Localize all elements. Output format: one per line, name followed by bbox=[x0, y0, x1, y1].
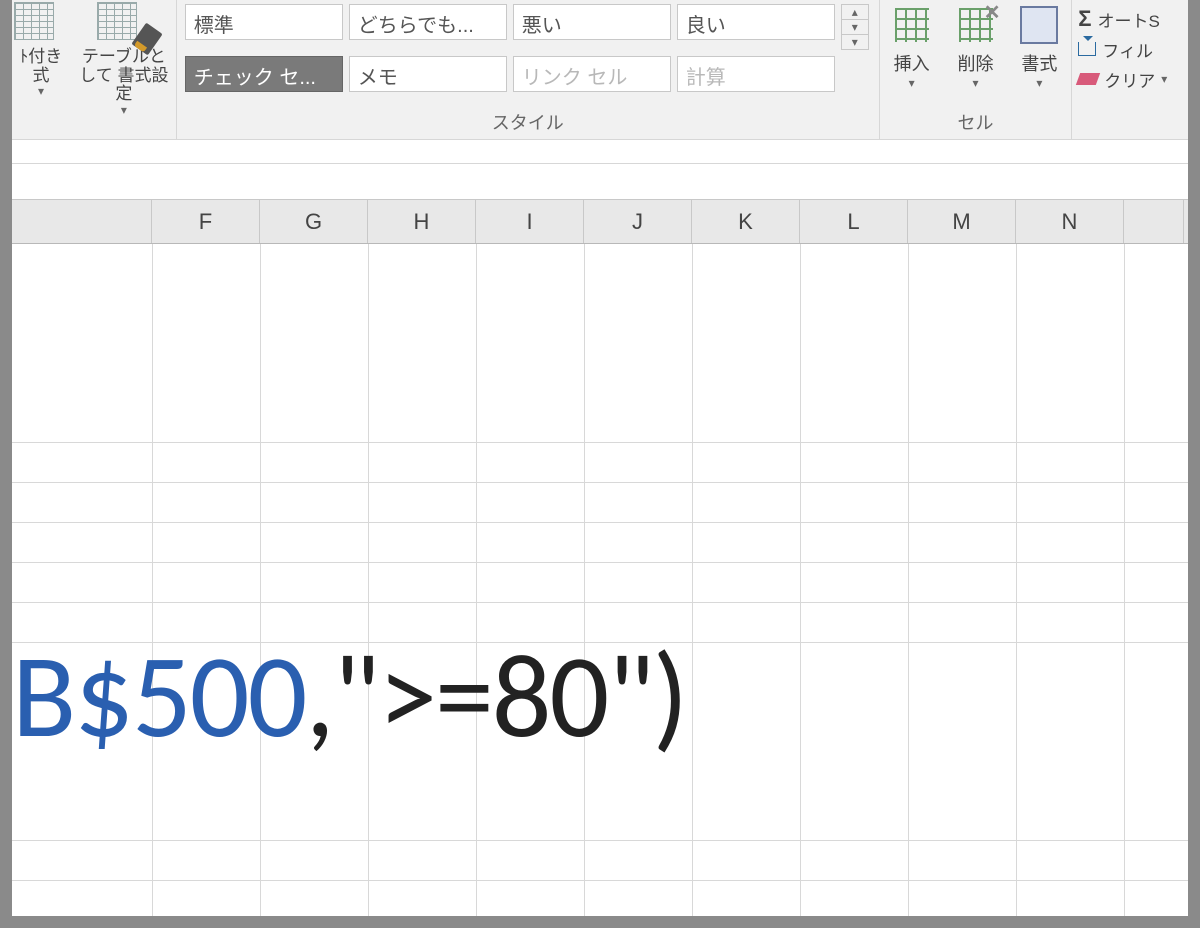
chevron-down-icon: ▾ bbox=[891, 76, 933, 90]
ribbon-group-styles: 標準 どちらでも... 悪い 良い ▴ ▾ ▾ チェック セ... メモ リンク… bbox=[176, 0, 880, 139]
fill-down-icon bbox=[1078, 42, 1096, 56]
delete-label: 削除 bbox=[955, 50, 997, 76]
ribbon-group-format: ﾄ付き 式 ▾ テーブルとして 書式設定 ▾ bbox=[12, 0, 176, 139]
cell-style-bad[interactable]: 悪い bbox=[513, 4, 671, 40]
cell-style-memo[interactable]: メモ bbox=[349, 56, 507, 92]
format-cells-icon bbox=[1018, 4, 1060, 46]
gridlines bbox=[12, 244, 1188, 916]
cells-group-label: セル bbox=[880, 109, 1072, 135]
grid-icon bbox=[97, 2, 137, 40]
column-header[interactable]: I bbox=[476, 200, 584, 243]
format-button[interactable]: 書式 ▾ bbox=[1018, 4, 1060, 90]
autosum-label: オートS bbox=[1097, 7, 1159, 32]
cell-style-check[interactable]: チェック セ... bbox=[185, 56, 343, 92]
delete-cells-icon bbox=[955, 4, 997, 46]
cell-style-neutral[interactable]: どちらでも... bbox=[349, 4, 507, 40]
conditional-formatting-button[interactable]: ﾄ付き 式 ▾ bbox=[14, 0, 68, 117]
column-headers: F G H I J K L M N bbox=[12, 200, 1188, 244]
ribbon-group-cells: 挿入 ▾ 削除 ▾ 書式 ▾ セル bbox=[880, 0, 1073, 139]
column-header[interactable]: J bbox=[584, 200, 692, 243]
ribbon: ﾄ付き 式 ▾ テーブルとして 書式設定 ▾ 標準 どちらでも... 悪い 良い… bbox=[12, 0, 1188, 140]
column-header[interactable]: L bbox=[800, 200, 908, 243]
chevron-down-icon: ▾ bbox=[955, 76, 997, 90]
clear-label: クリア bbox=[1104, 67, 1155, 92]
chevron-down-icon: ▾ bbox=[74, 104, 174, 117]
chevron-down-icon: ▾ bbox=[1161, 72, 1167, 86]
cell-style-link[interactable]: リンク セル bbox=[513, 56, 671, 92]
style-gallery-scroll[interactable]: ▴ ▾ ▾ bbox=[841, 4, 869, 50]
column-header[interactable]: N bbox=[1016, 200, 1124, 243]
column-header-blank[interactable] bbox=[12, 200, 152, 243]
column-header[interactable]: G bbox=[260, 200, 368, 243]
column-header[interactable]: M bbox=[908, 200, 1016, 243]
autosum-button[interactable]: ΣオートS bbox=[1078, 4, 1188, 34]
insert-button[interactable]: 挿入 ▾ bbox=[891, 4, 933, 90]
column-header[interactable] bbox=[1124, 200, 1184, 243]
column-header[interactable]: K bbox=[692, 200, 800, 243]
cell-style-calc[interactable]: 計算 bbox=[677, 56, 835, 92]
format-as-table-label: テーブルとして 書式設定 bbox=[74, 48, 174, 104]
styles-group-label: スタイル bbox=[177, 109, 879, 135]
format-label: 書式 bbox=[1018, 50, 1060, 76]
grid-icon bbox=[14, 2, 54, 40]
eraser-icon bbox=[1076, 73, 1100, 85]
sigma-icon: Σ bbox=[1078, 6, 1091, 32]
format-as-table-button[interactable]: テーブルとして 書式設定 ▾ bbox=[74, 0, 174, 117]
cell-style-good[interactable]: 良い bbox=[677, 4, 835, 40]
formula-bar[interactable] bbox=[12, 164, 1188, 200]
formula-bar-strip[interactable] bbox=[12, 140, 1188, 164]
more-icon[interactable]: ▾ bbox=[842, 35, 868, 49]
conditional-formatting-label: ﾄ付き 式 bbox=[14, 48, 68, 85]
chevron-down-icon: ▾ bbox=[14, 85, 68, 98]
fill-label: フィル bbox=[1102, 37, 1153, 62]
worksheet-grid[interactable]: B$500,">=80") bbox=[12, 244, 1188, 916]
chevron-down-icon: ▾ bbox=[1018, 76, 1060, 90]
clear-button[interactable]: クリア ▾ bbox=[1078, 64, 1188, 94]
formula-rest: ,">=80") bbox=[305, 624, 686, 768]
chevron-up-icon[interactable]: ▴ bbox=[842, 5, 868, 20]
delete-button[interactable]: 削除 ▾ bbox=[955, 4, 997, 90]
cell-formula-overlay: B$500,">=80") bbox=[12, 624, 686, 768]
column-header[interactable]: F bbox=[152, 200, 260, 243]
formula-reference: B$500 bbox=[12, 624, 305, 768]
chevron-down-icon[interactable]: ▾ bbox=[842, 20, 868, 35]
fill-button[interactable]: フィル bbox=[1078, 34, 1188, 64]
column-header[interactable]: H bbox=[368, 200, 476, 243]
insert-cells-icon bbox=[891, 4, 933, 46]
insert-label: 挿入 bbox=[891, 50, 933, 76]
cell-style-normal[interactable]: 標準 bbox=[185, 4, 343, 40]
ribbon-group-editing: ΣオートS フィル クリア ▾ bbox=[1072, 0, 1188, 139]
